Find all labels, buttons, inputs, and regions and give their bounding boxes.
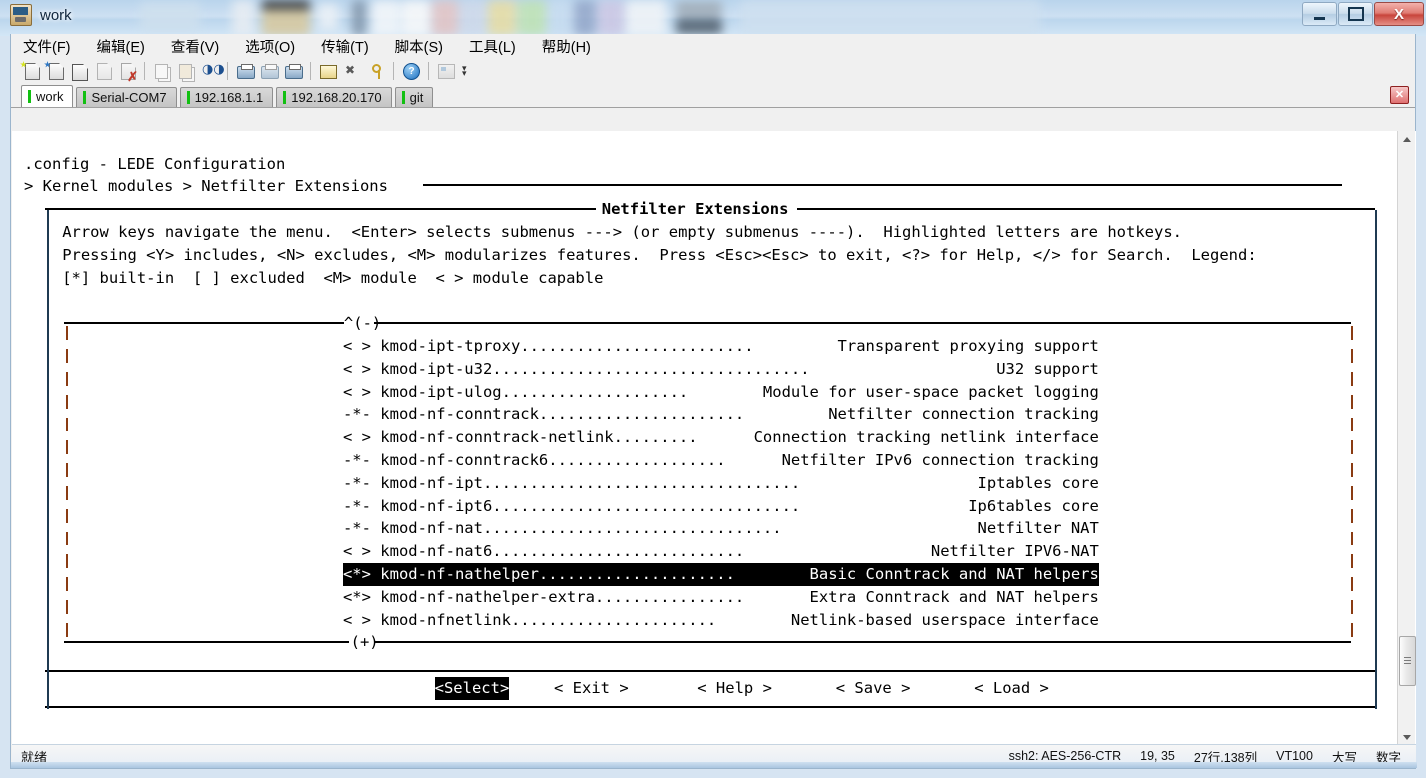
dialog-button-exit[interactable]: < Exit > [554, 677, 629, 700]
menu-item[interactable]: < > kmod-ipt-u32........................… [343, 358, 1099, 381]
window-titlebar: work X [0, 0, 1426, 36]
menu-item[interactable]: -*- kmod-nf-conntrack...................… [343, 403, 1099, 426]
tab-label: 192.168.1.1 [194, 90, 264, 105]
aero-blurred-desktop [0, 0, 1426, 36]
dialog-button-save[interactable]: < Save > [836, 677, 911, 700]
securecrt-window: work X 文件(F) 编辑(E) 查看(V) 选项(O) 传输(T) 脚本(… [0, 0, 1426, 778]
toolbar-separator [144, 62, 145, 80]
tab-label: 192.168.20.170 [291, 90, 382, 105]
terminal-line: Arrow keys navigate the menu. <Enter> se… [62, 222, 1183, 241]
dialog-button-help[interactable]: < Help > [697, 677, 772, 700]
close-button[interactable]: X [1374, 2, 1424, 26]
menu-item[interactable]: -*- kmod-nf-ipt.........................… [343, 472, 1099, 495]
status-cipher: ssh2: AES-256-CTR [1008, 749, 1122, 763]
menu-view[interactable]: 查看(V) [171, 34, 232, 59]
terminal-line: > Kernel modules > Netfilter Extensions [24, 177, 388, 196]
toolbar-separator-4 [393, 62, 394, 80]
menu-file[interactable]: 文件(F) [23, 34, 84, 59]
copy-icon[interactable] [150, 60, 174, 82]
scroll-up-arrow-icon[interactable] [1398, 131, 1415, 148]
tab-work[interactable]: work [21, 85, 74, 107]
paste-icon[interactable] [174, 60, 198, 82]
status-emulation: VT100 [1276, 749, 1313, 763]
tab-status-dot [28, 90, 31, 103]
dialog-button-load[interactable]: < Load > [974, 677, 1049, 700]
menu-item[interactable]: -*- kmod-nf-ipt6........................… [343, 495, 1099, 518]
tab-label: Serial-COM7 [91, 90, 167, 105]
window-controls: X [1301, 2, 1424, 26]
terminal-scrollbar[interactable] [1397, 131, 1416, 746]
menu-item[interactable]: <*> kmod-nf-nathelper-extra.............… [343, 586, 1099, 609]
tab-status-dot [83, 91, 87, 104]
terminal-line: Netfilter Extensions [601, 200, 789, 219]
window-title: work [40, 6, 72, 24]
new-tab-icon[interactable] [67, 60, 91, 82]
menubar: 文件(F) 编辑(E) 查看(V) 选项(O) 传输(T) 脚本(S) 工具(L… [11, 34, 1415, 58]
menu-item-selected[interactable]: <*> kmod-nf-nathelper...................… [342, 562, 1099, 586]
terminal-line: .config - LEDE Configuration [24, 154, 286, 173]
tab-git[interactable]: git [394, 87, 434, 107]
session-options-icon[interactable] [316, 60, 340, 82]
print-screen-icon[interactable] [257, 60, 281, 82]
app-icon [10, 4, 32, 26]
toolbar-separator-3 [310, 62, 311, 80]
terminal-line: Pressing <Y> includes, <N> excludes, <M>… [62, 245, 1257, 264]
terminal-line: [*] built-in [ ] excluded <M> module < >… [62, 268, 604, 287]
close-tab-icon[interactable]: ✕ [1390, 86, 1409, 104]
menu-tools[interactable]: 工具(L) [469, 34, 529, 59]
close-tab-glyph: ✕ [1394, 88, 1405, 101]
menu-item[interactable]: < > kmod-nf-nat6........................… [343, 540, 1099, 563]
tab-status-dot [186, 91, 190, 104]
new-session-icon[interactable] [19, 60, 43, 82]
print-icon[interactable] [281, 60, 305, 82]
menu-item[interactable]: < > kmod-ipt-tproxy.....................… [343, 335, 1099, 358]
menu-edit[interactable]: 编辑(E) [97, 34, 158, 59]
menu-item[interactable]: -*- kmod-nf-nat.........................… [343, 517, 1099, 540]
menu-transfer[interactable]: 传输(T) [321, 34, 382, 59]
minimize-button[interactable] [1302, 2, 1337, 26]
reconnect-icon[interactable] [91, 60, 115, 82]
terminal-text: .config - LEDE Configuration > Kernel mod… [12, 147, 1416, 747]
window-bottom-edge [11, 762, 1417, 768]
global-options-icon[interactable]: ✖ [340, 60, 364, 82]
menu-help[interactable]: 帮助(H) [542, 34, 604, 59]
terminal-screen[interactable]: .config - LEDE Configuration > Kernel mod… [12, 131, 1416, 746]
help-icon[interactable]: ? [399, 60, 423, 82]
menu-script[interactable]: 脚本(S) [395, 34, 456, 59]
tab-192-168-20-170[interactable]: 192.168.20.170 [276, 87, 392, 107]
session-tabbar: work Serial-COM7 192.168.1.1 192.168.20.… [11, 84, 1415, 108]
menu-item[interactable]: < > kmod-nfnetlink......................… [343, 609, 1099, 632]
menu-item[interactable]: -*- kmod-nf-conntrack6..................… [343, 449, 1099, 472]
menu-item[interactable]: < > kmod-nf-conntrack-netlink......... C… [343, 426, 1099, 449]
menu-item[interactable]: < > kmod-ipt-ulog.................... Mo… [343, 381, 1099, 404]
arrange-windows-icon[interactable] [434, 60, 458, 82]
tab-label: work [36, 89, 64, 104]
scrollbar-thumb[interactable] [1399, 636, 1416, 686]
tab-status-dot [401, 91, 405, 104]
tab-label: git [409, 90, 424, 105]
app-frame: 文件(F) 编辑(E) 查看(V) 选项(O) 传输(T) 脚本(S) 工具(L… [10, 34, 1417, 769]
toolbar-overflow-chevron[interactable]: ▾ ▾ [462, 64, 467, 78]
find-icon[interactable]: ◑◑ [198, 60, 225, 82]
tab-192-168-1-1[interactable]: 192.168.1.1 [179, 87, 274, 107]
key-icon[interactable] [364, 60, 388, 82]
dialog-button-select[interactable]: <Select> [434, 676, 510, 700]
status-cursor: 19, 35 [1140, 749, 1175, 763]
maximize-button[interactable] [1338, 2, 1373, 26]
menu-options[interactable]: 选项(O) [245, 34, 308, 59]
toolbar: ✗ ◑◑ ✖ ? ▾ ▾ [11, 58, 1415, 84]
close-icon: X [1393, 5, 1404, 23]
disconnect-icon[interactable]: ✗ [115, 60, 139, 83]
log-session-icon[interactable] [233, 60, 257, 82]
tab-serial-com7[interactable]: Serial-COM7 [76, 87, 177, 107]
tab-status-dot [283, 91, 287, 104]
toolbar-separator-2 [227, 62, 228, 80]
toolbar-separator-5 [428, 62, 429, 80]
clone-session-icon[interactable] [43, 60, 67, 82]
